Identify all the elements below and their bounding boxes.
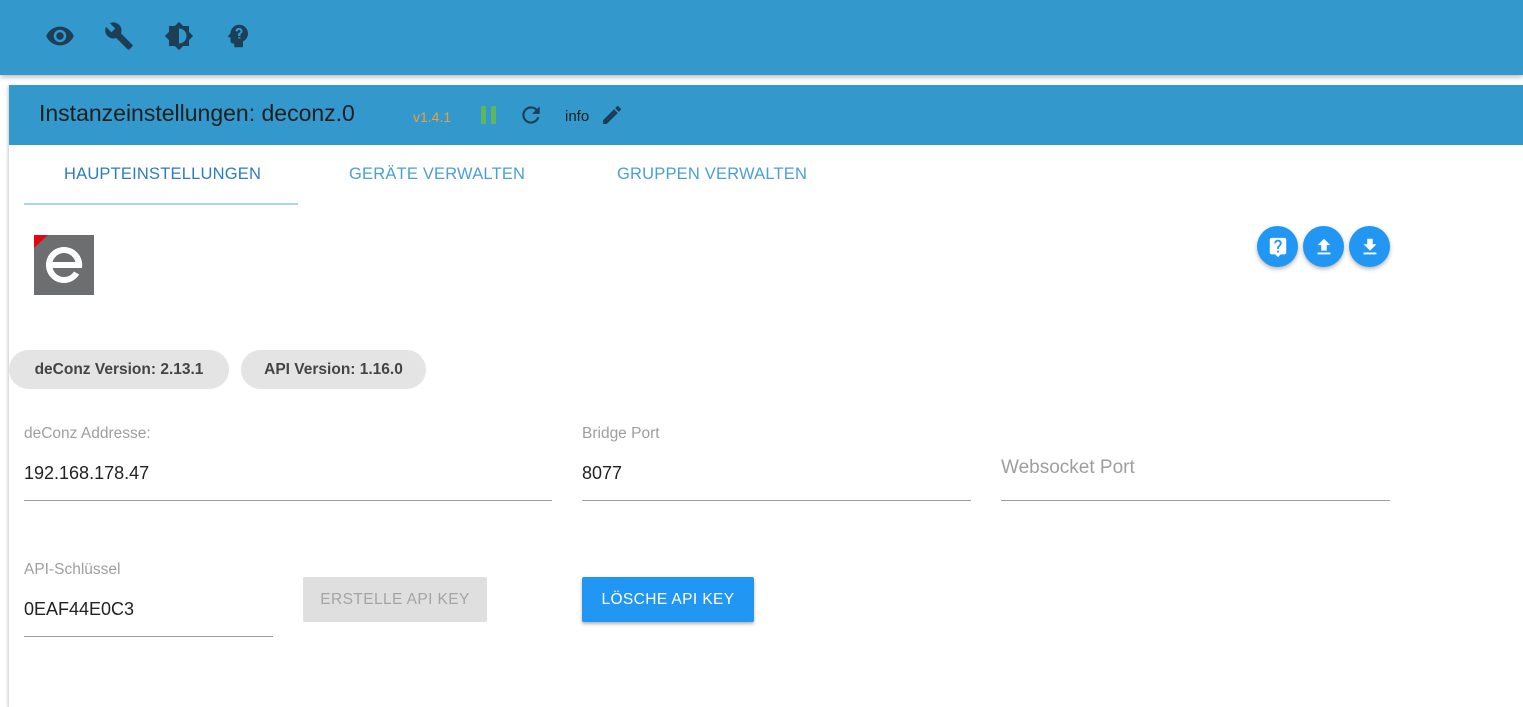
- address-input[interactable]: 192.168.178.47: [24, 463, 149, 484]
- api-key-input[interactable]: 0EAF44E0C3: [24, 599, 134, 620]
- bridge-port-input[interactable]: 8077: [582, 463, 622, 484]
- pause-icon[interactable]: [479, 105, 499, 125]
- help-button[interactable]: [1257, 226, 1298, 267]
- brightness-icon[interactable]: [162, 19, 196, 53]
- wrench-icon[interactable]: [102, 19, 136, 53]
- upload-icon: [1317, 238, 1330, 254]
- head-icon[interactable]: [221, 19, 255, 53]
- websocket-port-underline: [1001, 500, 1390, 501]
- eye-icon[interactable]: [43, 19, 77, 53]
- download-button[interactable]: [1349, 226, 1390, 267]
- download-icon: [1363, 238, 1376, 254]
- bridge-port-underline: [582, 500, 971, 501]
- api-version-badge: API Version: 1.16.0: [241, 350, 426, 389]
- active-tab-indicator: [24, 203, 298, 205]
- page-title: Instanzeinstellungen: deconz.0: [39, 100, 355, 126]
- delete-api-key-button[interactable]: LÖSCHE API KEY: [582, 577, 754, 622]
- top-toolbar: [0, 0, 1523, 75]
- deconz-version-badge: deConz Version: 2.13.1: [9, 350, 229, 389]
- tab-manage-groups[interactable]: GRUPPEN VERWALTEN: [617, 165, 807, 184]
- address-label: deConz Addresse:: [24, 425, 151, 442]
- pencil-icon[interactable]: [600, 103, 624, 127]
- address-underline: [24, 500, 552, 501]
- websocket-port-input[interactable]: Websocket Port: [1001, 457, 1135, 479]
- instance-settings-card: Instanzeinstellungen: deconz.0 v1.4.1 in…: [9, 85, 1523, 707]
- create-api-key-button: ERSTELLE API KEY: [303, 577, 487, 622]
- card-header: Instanzeinstellungen: deconz.0 v1.4.1 in…: [9, 85, 1523, 145]
- log-level-label: info: [565, 108, 590, 125]
- api-key-label: API-Schlüssel: [24, 561, 121, 578]
- upload-button[interactable]: [1303, 226, 1344, 267]
- reload-icon[interactable]: [518, 102, 544, 128]
- version-label: v1.4.1: [413, 109, 452, 125]
- help-icon: [1269, 237, 1286, 257]
- api-key-underline: [24, 636, 273, 637]
- deconz-logo: [34, 235, 94, 295]
- tab-manage-devices[interactable]: GERÄTE VERWALTEN: [349, 165, 525, 184]
- bridge-port-label: Bridge Port: [582, 425, 660, 442]
- tab-main-settings[interactable]: HAUPTEINSTELLUNGEN: [64, 165, 261, 184]
